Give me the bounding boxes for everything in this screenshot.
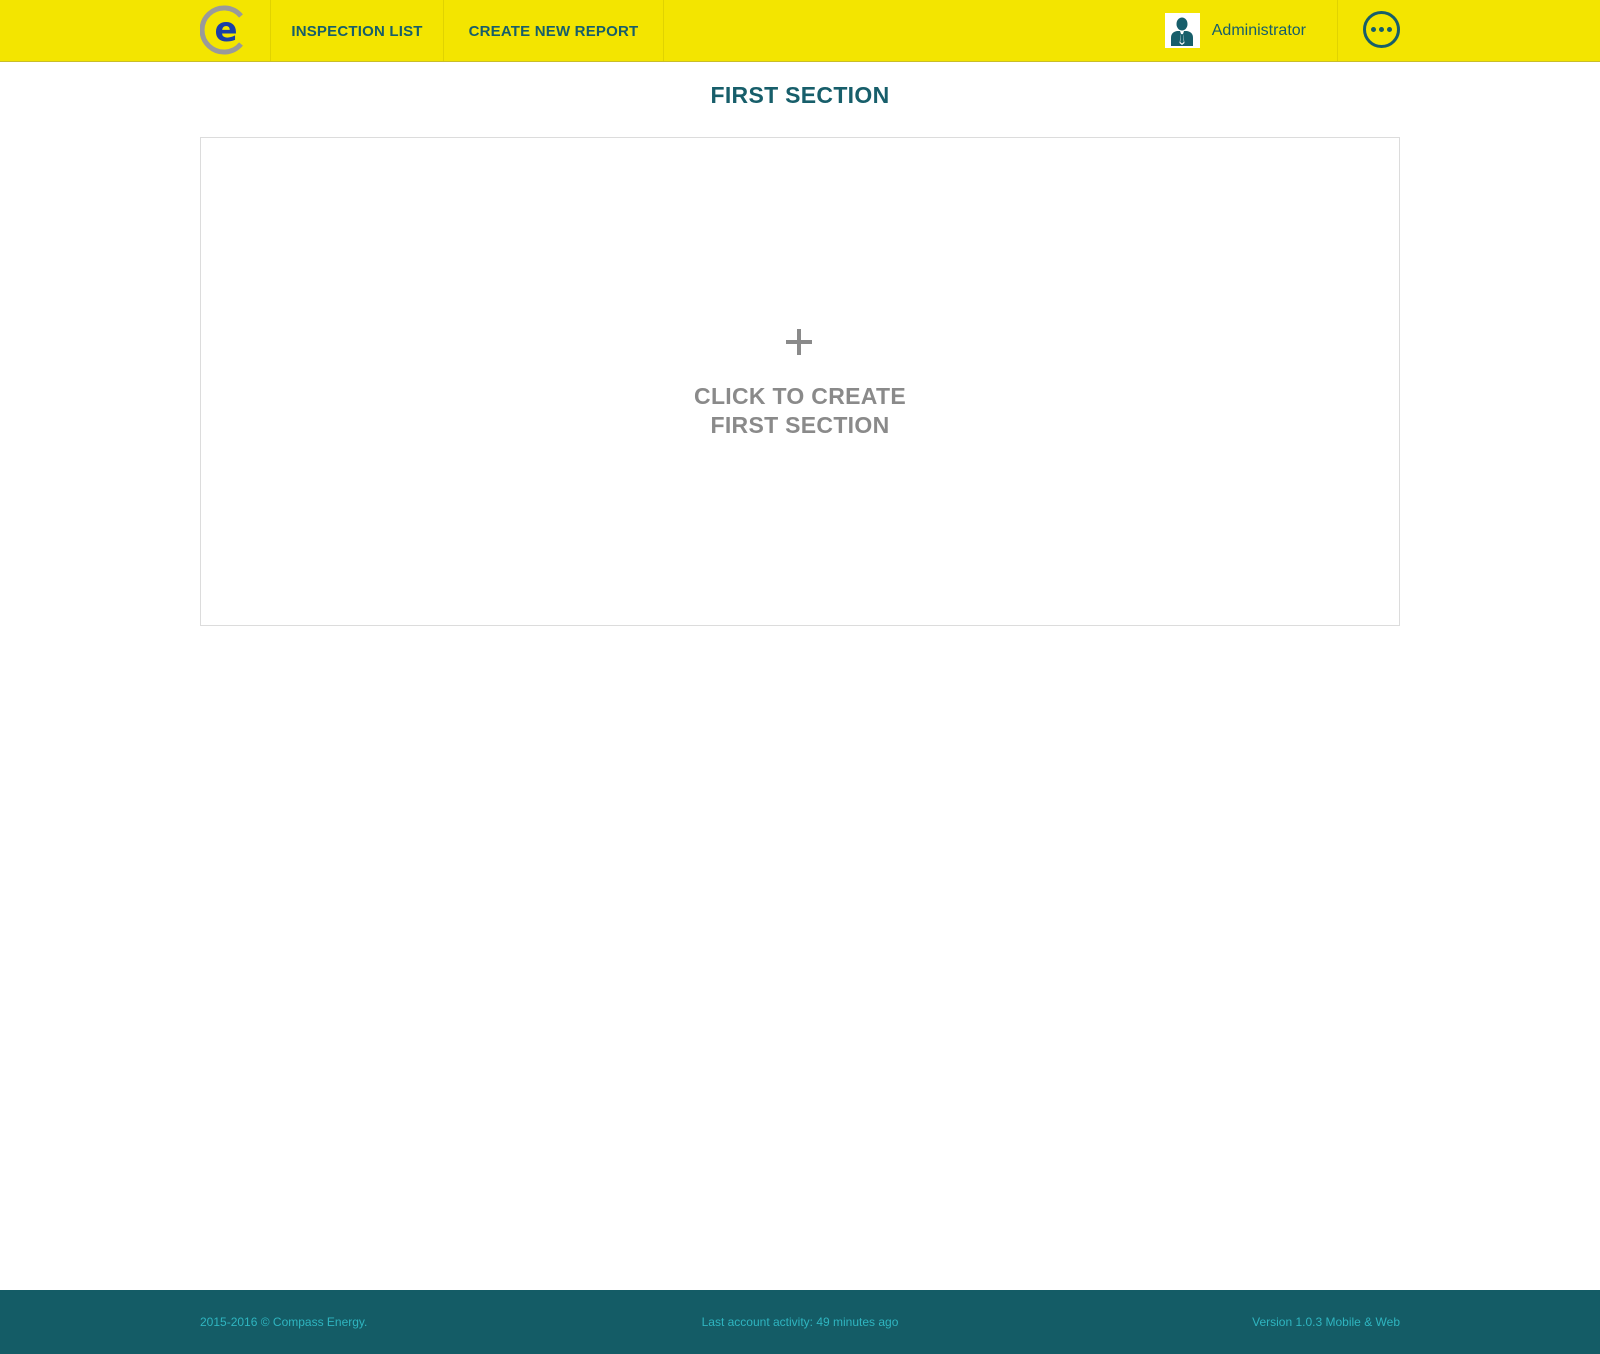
nav-divider — [1337, 0, 1338, 61]
nav-inspection-list[interactable]: INSPECTION LIST — [271, 0, 443, 61]
dot — [1379, 27, 1384, 32]
create-first-section-panel[interactable]: CLICK TO CREATE FIRST SECTION — [200, 137, 1400, 626]
more-options-icon[interactable] — [1363, 11, 1400, 48]
compass-energy-logo[interactable]: e — [199, 5, 250, 55]
top-navigation-bar: e INSPECTION LIST CREATE NEW REPORT Admi… — [0, 0, 1600, 62]
create-section-label[interactable]: CLICK TO CREATE FIRST SECTION — [201, 382, 1399, 440]
footer-version: Version 1.0.3 Mobile & Web — [1252, 1315, 1400, 1329]
plus-icon[interactable] — [784, 327, 814, 357]
user-avatar-icon — [1164, 13, 1200, 48]
create-label-line-2: FIRST SECTION — [710, 412, 890, 438]
plus-bar-vertical — [797, 329, 801, 355]
user-menu[interactable]: Administrator — [1164, 13, 1306, 48]
footer: 2015-2016 © Compass Energy. Last account… — [0, 1290, 1600, 1354]
username-label: Administrator — [1211, 22, 1306, 39]
page-title: FIRST SECTION — [710, 82, 890, 108]
dot — [1371, 27, 1376, 32]
svg-text:e: e — [214, 10, 237, 50]
create-label-line-1: CLICK TO CREATE — [694, 383, 906, 409]
dot — [1387, 27, 1392, 32]
header-container: e INSPECTION LIST CREATE NEW REPORT Admi… — [199, 0, 1400, 61]
nav-divider — [663, 0, 664, 61]
nav-create-new-report[interactable]: CREATE NEW REPORT — [444, 0, 663, 61]
